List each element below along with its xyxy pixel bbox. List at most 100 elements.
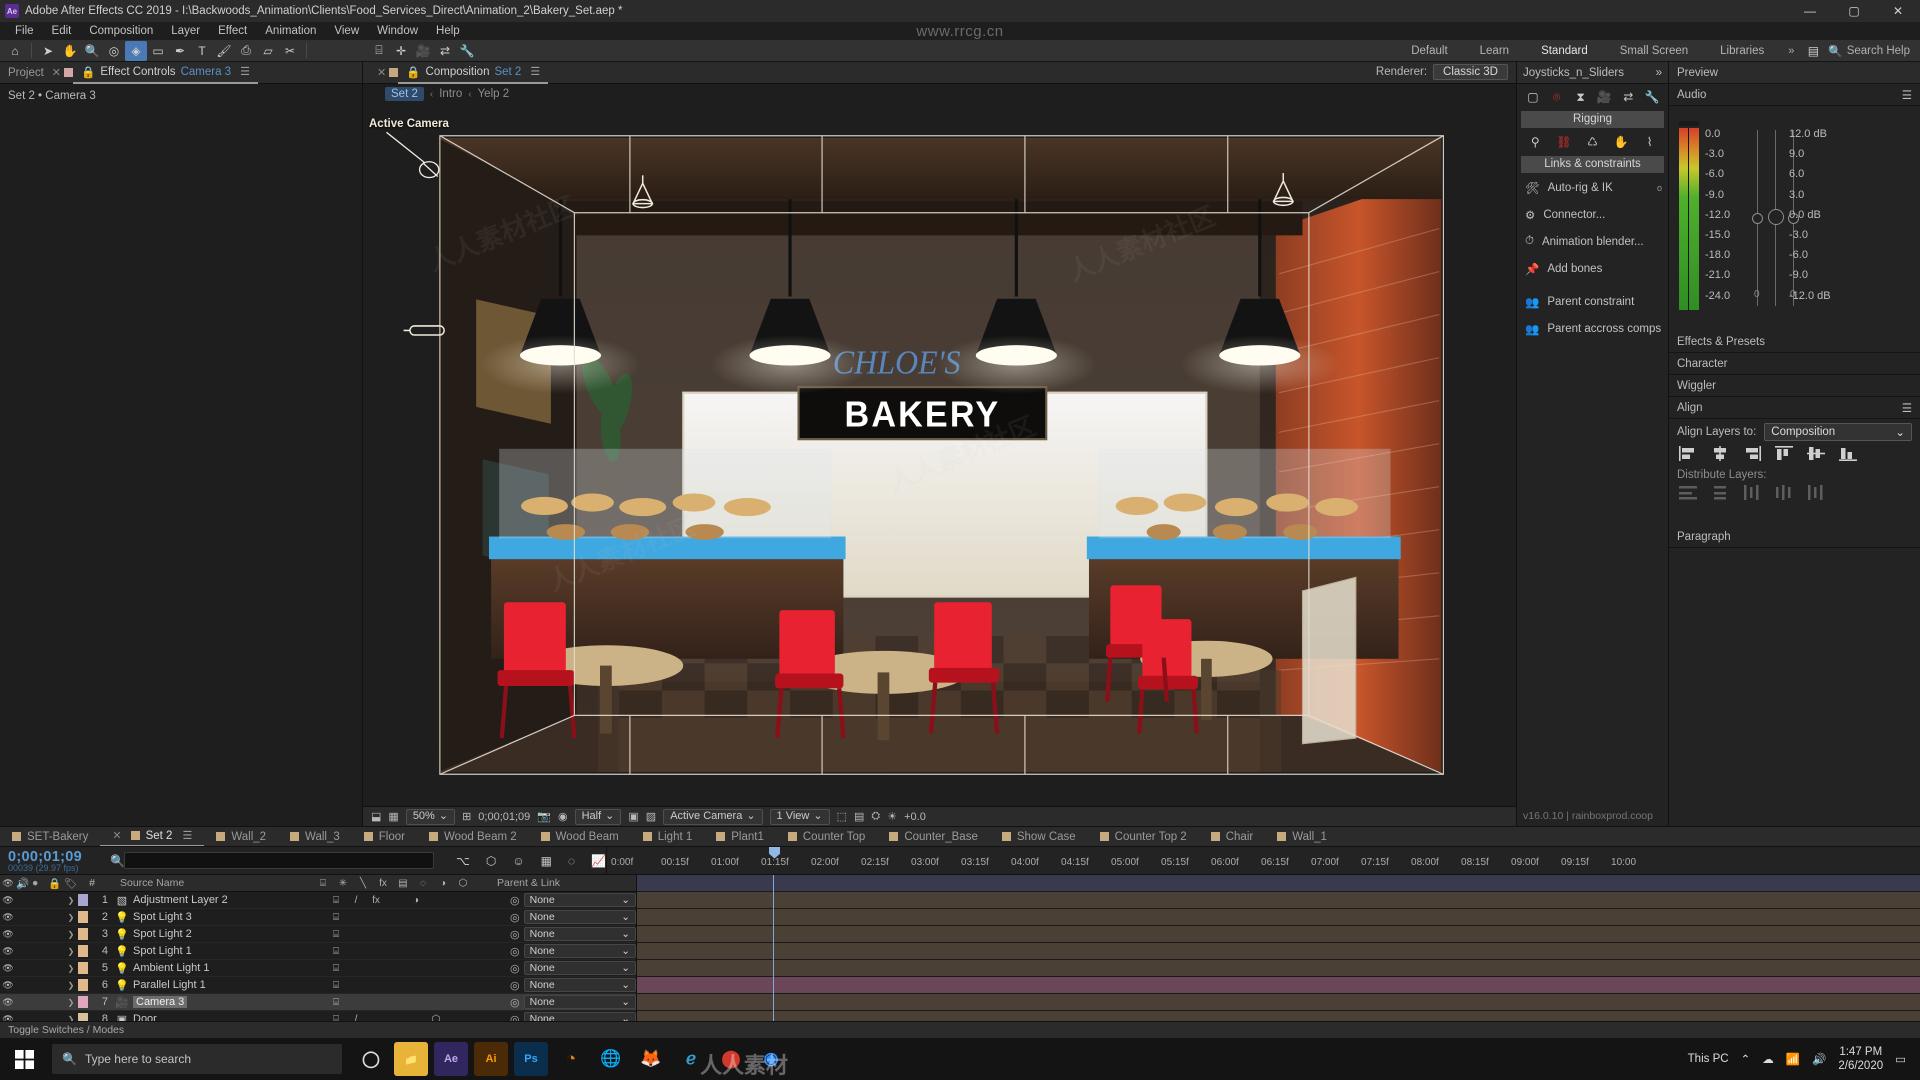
layer-switch-0[interactable]: ⌸	[326, 997, 346, 1008]
comp-fit-icon[interactable]: ⬓	[371, 810, 381, 823]
breadcrumb-item-intro[interactable]: Intro	[439, 88, 462, 100]
parent-pickwhip-icon[interactable]: ◎	[510, 894, 520, 907]
table-row[interactable]: 👁 ❯ 2 💡 Spot Light 3 ⌸ ◎ None ⌄	[0, 909, 636, 926]
joysticks-collapse-icon[interactable]: »	[1656, 67, 1662, 79]
timeline-track-row[interactable]	[637, 960, 1920, 977]
search-icon[interactable]: 🔍	[110, 854, 125, 868]
layer-name[interactable]: Ambient Light 1	[131, 962, 326, 974]
grid-guides-icon[interactable]: ⊞	[462, 810, 471, 823]
timeline-tab-set-bakery[interactable]: SET-Bakery	[0, 827, 100, 846]
layer-name[interactable]: Spot Light 2	[131, 928, 326, 940]
layer-expand-arrow[interactable]: ❯	[64, 981, 78, 990]
layer-visibility-toggle[interactable]: 👁	[0, 963, 16, 974]
camera-select[interactable]: Active Camera ⌄	[663, 808, 763, 825]
timeline-tab-wall-3[interactable]: Wall_3	[278, 827, 352, 846]
lock-icon[interactable]: 🔒	[81, 65, 95, 79]
comp-grid-icon[interactable]: ▦	[388, 810, 398, 823]
maximize-button[interactable]: ▢	[1832, 0, 1876, 22]
panel-menu-icon[interactable]: ☰	[1902, 401, 1912, 415]
timeline-tab-plant1[interactable]: Plant1	[704, 827, 776, 846]
layer-switch-0[interactable]: ⌸	[326, 963, 346, 974]
illustrator-icon[interactable]: Ai	[474, 1042, 508, 1076]
timeline-tab-wall-2[interactable]: Wall_2	[204, 827, 278, 846]
start-button[interactable]	[0, 1038, 48, 1080]
onedrive-icon[interactable]: ☁	[1762, 1052, 1774, 1066]
table-row[interactable]: 👁 ❯ 8 ▣ Door ⌸ / ⬡ ◎ None ⌄	[0, 1011, 636, 1021]
table-row[interactable]: 👁 ❯ 1 ▧ Adjustment Layer 2 ⌸ / fx ◑ ◎ None ⌄	[0, 892, 636, 909]
type-icon[interactable]: T	[191, 41, 213, 61]
timeline-track-row[interactable]	[637, 943, 1920, 960]
effects-presets-header[interactable]: Effects & Presets	[1669, 331, 1920, 353]
section-rigging[interactable]: Rigging	[1521, 111, 1664, 128]
wrench-icon[interactable]: 🔧	[456, 41, 478, 61]
menu-animation[interactable]: Animation	[256, 22, 325, 40]
layer-visibility-toggle[interactable]: 👁	[0, 997, 16, 1008]
distribute-horizontal-center-icon[interactable]	[1807, 485, 1825, 500]
layer-expand-arrow[interactable]: ❯	[64, 964, 78, 973]
joysticks-item-animation-blender[interactable]: ⏱ Animation blender...	[1517, 228, 1668, 255]
tab-close-icon[interactable]: ✕	[52, 66, 61, 79]
layer-switch-4[interactable]: ◑	[406, 895, 426, 906]
layer-label-color[interactable]	[78, 1013, 91, 1021]
page-icon[interactable]: ▢	[1523, 88, 1542, 107]
distribute-top-icon[interactable]	[1679, 485, 1697, 500]
timeline-tab-chair[interactable]: Chair	[1199, 827, 1265, 846]
joysticks-item-parent-across-comps[interactable]: 👥 Parent accross comps	[1517, 315, 1668, 342]
taskbar-search-box[interactable]: 🔍 Type here to search	[52, 1044, 342, 1074]
table-row[interactable]: 👁 ❯ 4 💡 Spot Light 1 ⌸ ◎ None ⌄	[0, 943, 636, 960]
layer-switches[interactable]: ⌸	[326, 946, 506, 957]
show-snapshot-icon[interactable]: ◉	[558, 810, 568, 823]
paragraph-header[interactable]: Paragraph	[1669, 526, 1920, 548]
layer-label-color[interactable]	[78, 945, 91, 957]
wiggler-header[interactable]: Wiggler	[1669, 375, 1920, 397]
tray-expand-icon[interactable]: ⌃	[1741, 1052, 1751, 1066]
workspace-overflow-chevron[interactable]: »	[1780, 45, 1802, 57]
layer-switch-0[interactable]: ⌸	[326, 980, 346, 991]
timeline-tab-set-2[interactable]: ✕ Set 2 ☰	[100, 827, 205, 846]
parent-pickwhip-icon[interactable]: ◎	[510, 928, 520, 941]
panel-menu-icon[interactable]: ☰	[1902, 88, 1912, 102]
wifi-icon[interactable]: 📶	[1786, 1052, 1800, 1066]
layer-label-color[interactable]	[78, 928, 91, 940]
character-header[interactable]: Character	[1669, 353, 1920, 375]
layer-expand-arrow[interactable]: ❯	[64, 930, 78, 939]
layer-switches[interactable]: ⌸	[326, 912, 506, 923]
timeline-track-row[interactable]	[637, 909, 1920, 926]
layer-visibility-toggle[interactable]: 👁	[0, 1014, 16, 1022]
wrench-icon[interactable]: 🔧	[1643, 88, 1662, 107]
layer-name[interactable]: Camera 3	[131, 996, 326, 1008]
pen-icon[interactable]: ✒	[169, 41, 191, 61]
layer-switches[interactable]: ⌸	[326, 929, 506, 940]
parent-pickwhip-icon[interactable]: ◎	[510, 962, 520, 975]
cortana-icon[interactable]: ◯	[354, 1042, 388, 1076]
menu-window[interactable]: Window	[368, 22, 427, 40]
panel-menu-icon[interactable]: ☰	[182, 829, 192, 842]
parent-pickwhip-icon[interactable]: ◎	[510, 996, 520, 1009]
layer-parent-link[interactable]: ◎ None ⌄	[506, 893, 636, 907]
align-top-icon[interactable]	[1775, 446, 1793, 461]
layer-parent-link[interactable]: ◎ None ⌄	[506, 927, 636, 941]
layer-switch-1[interactable]: /	[346, 1014, 366, 1022]
timeline-track-row[interactable]	[637, 875, 1920, 892]
action-center-icon[interactable]: ▭	[1895, 1052, 1906, 1066]
layer-visibility-toggle[interactable]: 👁	[0, 929, 16, 940]
align-middle-vertical-icon[interactable]	[1807, 446, 1825, 461]
breadcrumb-item-yelp2[interactable]: Yelp 2	[478, 88, 510, 100]
timeline-ruler[interactable]: 0:00f 00:15f 01:00f 01:15f 02:00f 02:15f…	[606, 846, 1920, 875]
playhead-line[interactable]	[773, 875, 774, 1021]
link-red-icon[interactable]: ⛓	[1554, 133, 1573, 152]
timeline-track-row[interactable]	[637, 977, 1920, 994]
workspace-small-screen[interactable]: Small Screen	[1604, 40, 1704, 62]
layer-parent-link[interactable]: ◎ None ⌄	[506, 910, 636, 924]
rect-mask-icon[interactable]: ▭	[147, 41, 169, 61]
transparency-grid-icon[interactable]: ▨	[646, 810, 656, 823]
layer-visibility-toggle[interactable]: 👁	[0, 980, 16, 991]
menu-edit[interactable]: Edit	[43, 22, 81, 40]
timeline-tab-show-case[interactable]: Show Case	[990, 827, 1088, 846]
orbit-icon[interactable]: ◎	[103, 41, 125, 61]
screen-layout-icon[interactable]: ▤	[1802, 41, 1824, 61]
timeline-tab-wood-beam-2[interactable]: Wood Beam 2	[417, 827, 529, 846]
workspace-learn[interactable]: Learn	[1464, 40, 1525, 62]
layer-name[interactable]: Door	[131, 1013, 326, 1021]
composition-viewer[interactable]: BAKERY CHLOE'S Active Camera	[363, 104, 1516, 806]
